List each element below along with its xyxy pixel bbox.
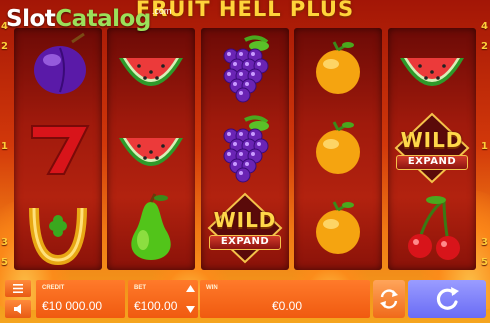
credit-panel: CREDIT €10 000.00 (36, 280, 125, 318)
wild-expand-symbol: WILD EXPAND (388, 108, 476, 188)
wild-expand-symbol: WILD EXPAND (201, 188, 289, 268)
spin-button[interactable] (408, 280, 486, 318)
reel (294, 28, 382, 270)
watermark-part2: Catalog (55, 6, 151, 32)
orange-icon (294, 188, 382, 268)
bet-decrease-button[interactable] (186, 306, 195, 313)
spin-icon (436, 287, 459, 310)
reel (107, 28, 195, 270)
payline-number: 3 (1, 237, 8, 248)
reel: WILD EXPAND (201, 28, 289, 270)
win-panel: WIN €0.00 (200, 280, 370, 318)
seven-icon (14, 108, 102, 188)
bet-increase-button[interactable] (186, 285, 195, 292)
payline-number: 2 (1, 41, 8, 52)
wild-expand-label: EXPAND (209, 235, 281, 250)
win-label: WIN (206, 285, 218, 291)
pear-icon (107, 188, 195, 268)
autoplay-icon (380, 289, 398, 309)
sound-button[interactable] (5, 300, 31, 318)
wild-expand-label: EXPAND (396, 155, 468, 170)
watermelon-icon (107, 28, 195, 108)
autoplay-button[interactable] (373, 280, 405, 318)
menu-icon (13, 284, 23, 293)
wild-word: WILD (213, 208, 277, 232)
watermark-part3: .com (151, 6, 172, 16)
credit-label: CREDIT (42, 285, 65, 291)
cherries-icon (388, 188, 476, 268)
watermark-part1: Slot (6, 6, 56, 32)
grapes-icon (201, 28, 289, 108)
speaker-icon (14, 304, 21, 314)
wild-word: WILD (400, 128, 464, 152)
grapes-icon (201, 108, 289, 188)
slotcatalog-watermark: Slot Catalog .com (6, 6, 171, 40)
menu-button[interactable] (5, 280, 31, 297)
payline-number: 5 (1, 257, 8, 268)
bottom-bar: CREDIT €10 000.00 BET €100.00 WIN €0.00 (0, 278, 490, 323)
orange-icon (294, 108, 382, 188)
bet-label: BET (134, 285, 146, 291)
payline-number: 2 (481, 41, 488, 52)
orange-icon (294, 28, 382, 108)
bet-value: €100.00 (134, 299, 178, 313)
payline-number: 3 (481, 237, 488, 248)
payline-number: 5 (481, 257, 488, 268)
bet-panel: BET €100.00 (128, 280, 198, 318)
credit-value: €10 000.00 (42, 299, 103, 313)
payline-number: 4 (481, 21, 488, 32)
reel: WILD EXPAND (388, 28, 476, 270)
reels-area: WILD EXPAND WILD EXPAND (14, 28, 476, 270)
watermelon-icon (388, 28, 476, 108)
payline-number: 1 (481, 141, 488, 152)
horseshoe-icon (14, 188, 102, 268)
win-value: €0.00 (272, 299, 303, 313)
reel (14, 28, 102, 270)
plum-icon (14, 28, 102, 108)
watermelon-icon (107, 108, 195, 188)
payline-number: 1 (1, 141, 8, 152)
